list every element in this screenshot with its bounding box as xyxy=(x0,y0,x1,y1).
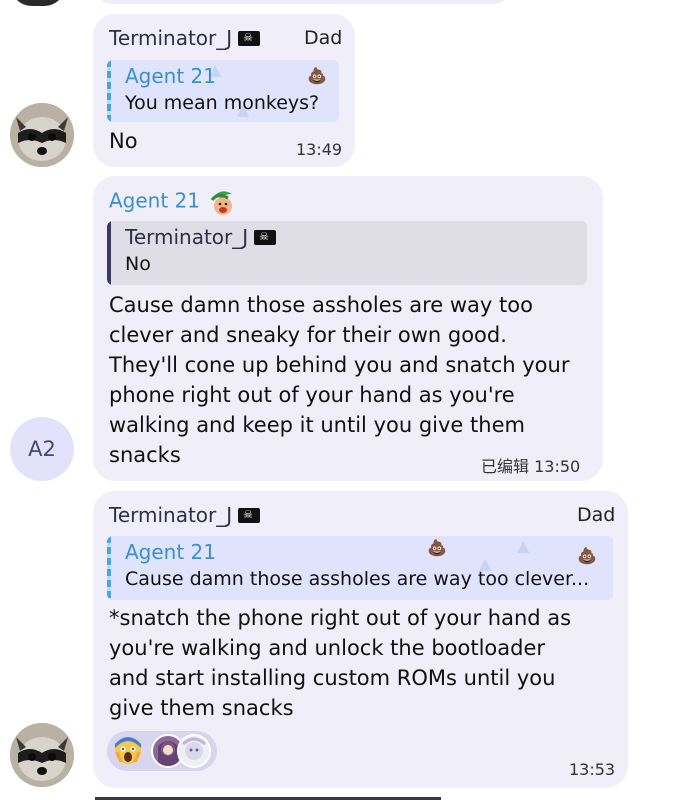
pattern-decoration: 💩 xyxy=(577,546,597,565)
avatar-agent-21[interactable]: A2 xyxy=(10,417,74,481)
avatar-terminator-j[interactable] xyxy=(10,103,74,167)
message-line: *snatch the phone right out of your hand… xyxy=(109,606,572,630)
screaming-face-emoji-icon xyxy=(115,737,141,764)
pirate-flag-icon xyxy=(238,30,261,46)
reply-quote[interactable]: 💩 ▲ ▲ 💩 Agent 21 Cause damn those asshol… xyxy=(107,536,613,600)
reply-text: No xyxy=(125,253,151,275)
message-time: 13:49 xyxy=(296,140,343,159)
message-line: Cause damn those assholes are way too xyxy=(109,293,533,317)
previous-avatar-fragment xyxy=(10,0,66,6)
reply-sender-name-text: Terminator_J xyxy=(125,225,249,249)
reply-bar xyxy=(107,60,111,122)
reply-sender-name: Agent 21 xyxy=(125,540,217,564)
message-bubble[interactable]: Agent 21 Terminator_J No Cause damn thos… xyxy=(93,176,603,480)
reply-sender-name: Agent 21 xyxy=(125,64,217,88)
sender-name-text: Terminator_J xyxy=(109,26,233,50)
pirate-flag-icon xyxy=(254,229,277,245)
message-line: and start installing custom ROMs until y… xyxy=(109,666,556,690)
sender-name[interactable]: Terminator_J xyxy=(109,26,261,50)
reply-sender-name: Terminator_J xyxy=(125,225,277,249)
sender-name[interactable]: Terminator_J xyxy=(109,503,261,527)
reply-quote[interactable]: 💩 ▲ ▲ Agent 21 You mean monkeys? xyxy=(107,60,339,122)
reply-bar xyxy=(107,536,111,600)
pirate-flag-icon xyxy=(238,507,261,523)
reply-bar xyxy=(107,221,111,285)
pattern-decoration: 💩 xyxy=(427,538,447,557)
message-time: 已编辑 13:50 xyxy=(481,457,581,476)
sender-name[interactable]: Agent 21 xyxy=(109,188,236,216)
message-time: 13:53 xyxy=(569,760,616,779)
message-line: walking and keep it until you give them xyxy=(109,413,525,437)
reply-text: You mean monkeys? xyxy=(125,92,320,114)
reply-quote[interactable]: Terminator_J No xyxy=(107,221,587,285)
message-bubble[interactable]: Terminator_J Dad 💩 ▲ ▲ Agent 21 You mean… xyxy=(93,14,355,166)
message-line: clever and sneaky for their own good. xyxy=(109,323,507,347)
raccoon-avatar-icon xyxy=(10,723,74,787)
message-line: you're walking and unlock the bootloader xyxy=(109,636,546,660)
sender-name-text: Agent 21 xyxy=(109,188,201,213)
palm-tree-face-emoji-icon xyxy=(211,191,233,215)
message-bubble[interactable]: Terminator_J Dad 💩 ▲ ▲ 💩 Agent 21 Cause … xyxy=(93,491,628,787)
pattern-decoration: 💩 xyxy=(307,66,327,85)
admin-tag: Dad xyxy=(577,504,616,526)
previous-message-fragment xyxy=(93,0,513,4)
pattern-decoration: ▲ xyxy=(517,536,530,555)
message-text: No xyxy=(109,126,138,156)
message-line: No xyxy=(109,129,138,153)
message-text: Cause damn those assholes are way too cl… xyxy=(109,290,569,470)
avatar-terminator-j[interactable] xyxy=(10,723,74,787)
sender-name-text: Terminator_J xyxy=(109,503,233,527)
raccoon-avatar-icon xyxy=(10,103,74,167)
admin-tag: Dad xyxy=(304,27,343,49)
message-line: They'll cone up behind you and snatch yo… xyxy=(109,353,570,377)
message-text: *snatch the phone right out of your hand… xyxy=(109,603,571,723)
reply-text: Cause damn those assholes are way too cl… xyxy=(125,568,590,590)
reaction-chip[interactable] xyxy=(107,731,217,771)
reactor-avatar xyxy=(177,734,211,768)
message-line: phone right out of your hand as you're xyxy=(109,383,515,407)
message-line: give them snacks xyxy=(109,696,294,720)
